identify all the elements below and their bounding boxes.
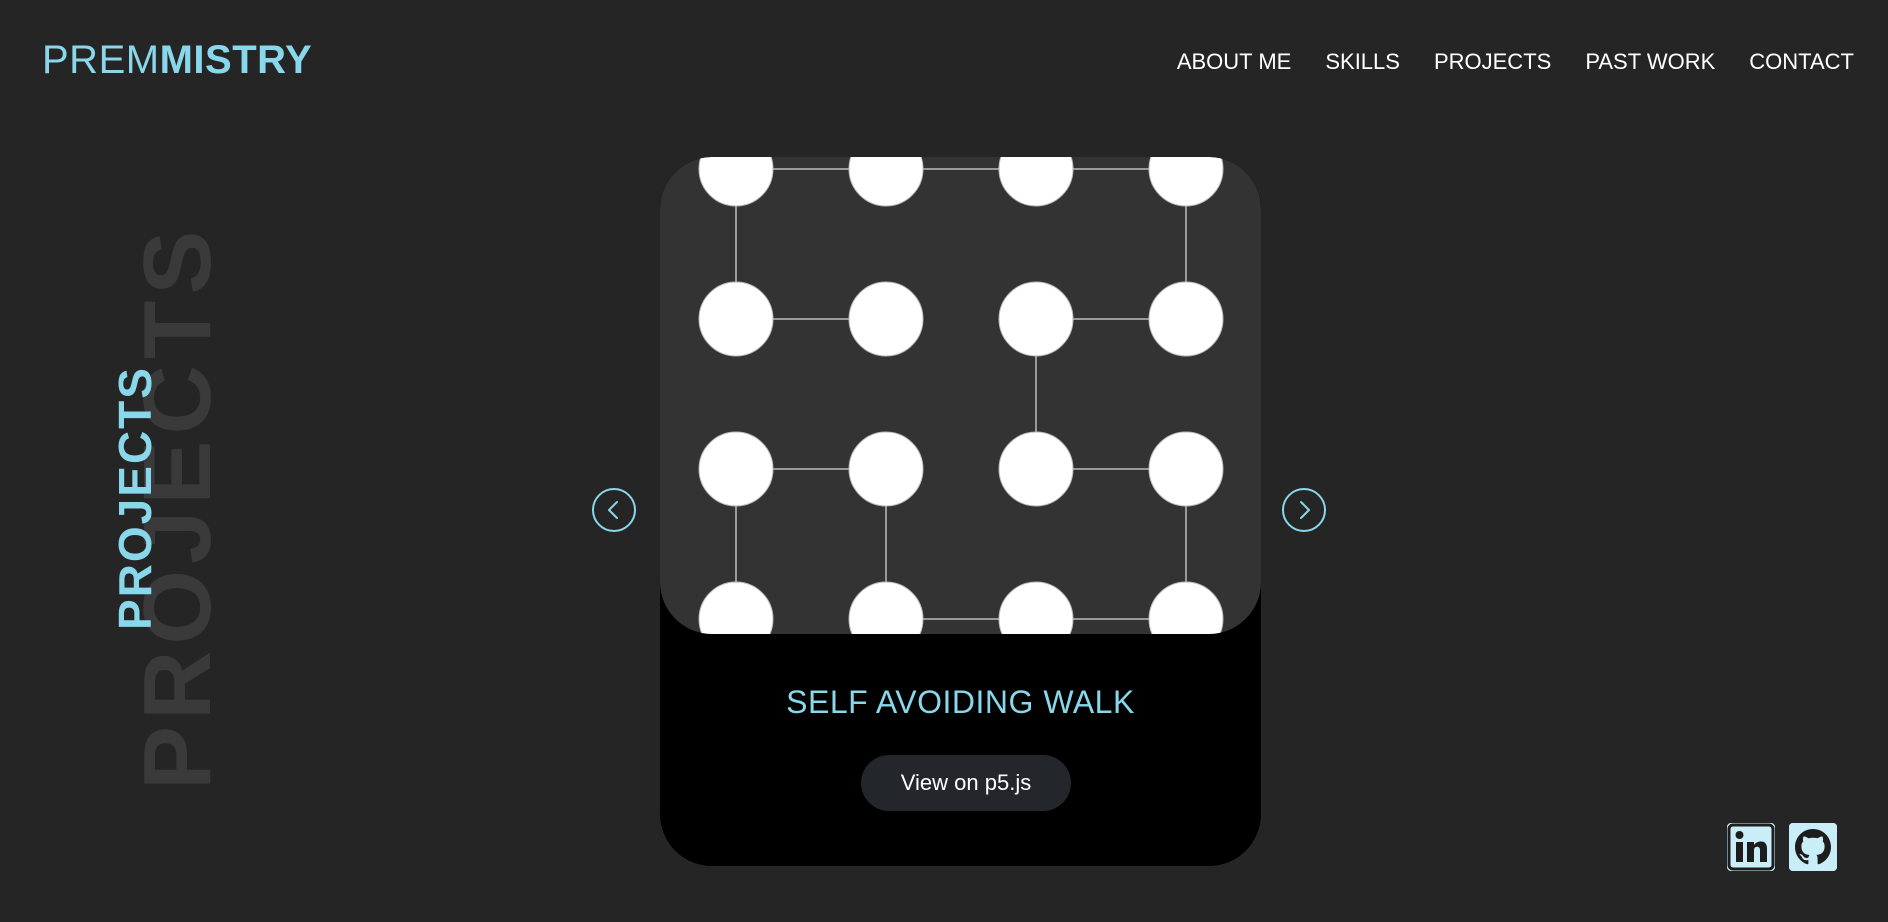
project-card: SELF AVOIDING WALK View on p5.js <box>660 157 1261 866</box>
github-link[interactable] <box>1789 823 1837 871</box>
linkedin-link[interactable] <box>1727 823 1775 871</box>
nav-projects[interactable]: PROJECTS <box>1434 48 1551 76</box>
nav-about-me[interactable]: ABOUT ME <box>1177 48 1292 76</box>
nav-contact[interactable]: CONTACT <box>1749 48 1854 76</box>
site-logo[interactable]: PREM MISTRY <box>42 36 312 84</box>
self-avoiding-walk-graphic <box>698 157 1224 634</box>
view-project-button[interactable]: View on p5.js <box>861 755 1071 811</box>
chevron-right-icon <box>1300 501 1310 519</box>
linkedin-icon <box>1727 823 1775 871</box>
section-title: PROJECTS <box>109 366 161 630</box>
project-image <box>660 157 1261 634</box>
chevron-left-icon <box>608 501 618 519</box>
carousel-prev-button[interactable] <box>592 488 636 532</box>
logo-first-name: PREM <box>42 38 160 82</box>
carousel-next-button[interactable] <box>1282 488 1326 532</box>
project-title: SELF AVOIDING WALK <box>786 684 1135 720</box>
github-icon <box>1789 823 1837 871</box>
logo-last-name: MISTRY <box>159 38 313 82</box>
nav-skills[interactable]: SKILLS <box>1325 48 1400 76</box>
main-nav: ABOUT ME SKILLS PROJECTS PAST WORK CONTA… <box>1177 48 1854 76</box>
nav-past-work[interactable]: PAST WORK <box>1585 48 1715 76</box>
